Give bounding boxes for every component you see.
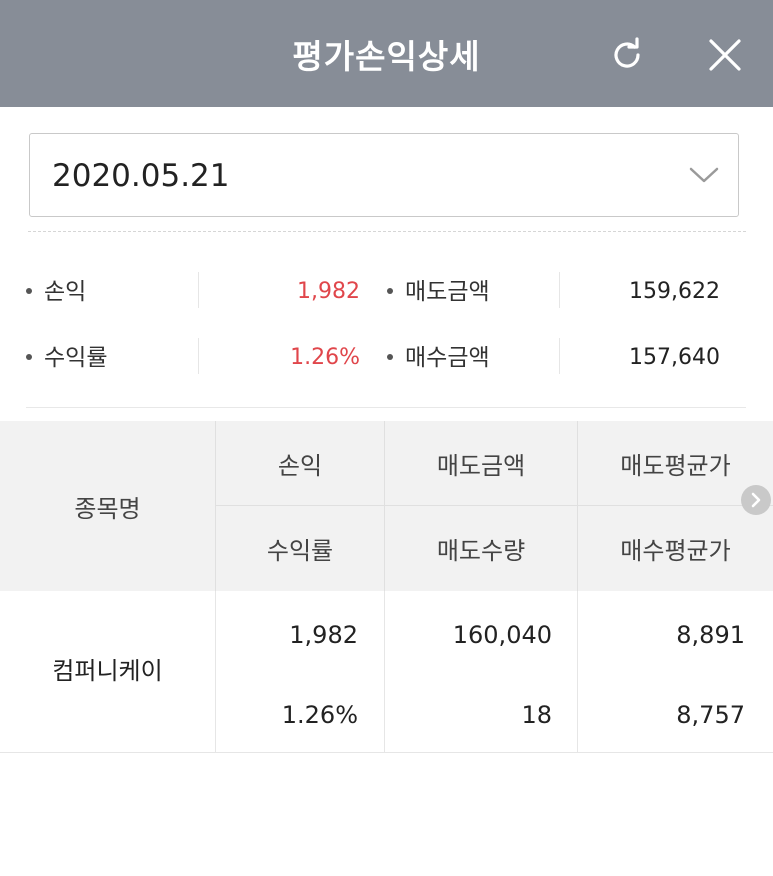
header-return-rate: 수익률 xyxy=(266,537,334,565)
separator xyxy=(198,272,199,308)
cell-return-rate: 1.26% xyxy=(281,701,358,729)
page-title: 평가손익상세 xyxy=(292,37,481,76)
app-header: 평가손익상세 xyxy=(0,0,773,107)
section-divider xyxy=(26,407,746,408)
separator xyxy=(559,338,560,374)
separator xyxy=(198,338,199,374)
return-rate-label: 수익률 xyxy=(26,330,107,386)
header-stock-name: 종목명 xyxy=(74,494,141,523)
return-rate-value: 1.26% xyxy=(290,345,360,370)
date-value: 2020.05.21 xyxy=(52,158,230,194)
chevron-right-icon xyxy=(751,492,761,508)
cell-sell-amount: 160,040 xyxy=(452,621,552,649)
header-buy-avg-price: 매수평균가 xyxy=(620,537,731,565)
cell-profit: 1,982 xyxy=(289,621,358,649)
holdings-table: 종목명 손익 매도금액 매도평균가 수익률 매도수량 매수평균가 컴퍼니케이 1… xyxy=(0,421,773,753)
buy-amount-label: 매수금액 xyxy=(387,330,490,386)
profit-value: 1,982 xyxy=(297,279,360,304)
row-divider xyxy=(0,752,773,753)
summary-panel: 손익 1,982 매도금액 159,622 수익률 1.26% 매수금액 157… xyxy=(0,250,773,390)
cell-stock-name: 컴퍼니케이 xyxy=(52,657,163,685)
header-sell-amount: 매도금액 xyxy=(436,451,526,480)
profit-label: 손익 xyxy=(26,264,86,320)
header-sell-quantity: 매도수량 xyxy=(436,537,526,565)
chevron-down-icon xyxy=(688,161,720,189)
cell-sell-quantity: 18 xyxy=(521,701,552,729)
sell-amount-value: 159,622 xyxy=(629,279,720,304)
close-icon[interactable] xyxy=(705,35,745,75)
refresh-icon[interactable] xyxy=(607,35,647,75)
cell-buy-avg-price: 8,757 xyxy=(676,701,745,729)
separator xyxy=(559,272,560,308)
table-header: 종목명 손익 매도금액 매도평균가 수익률 매도수량 매수평균가 xyxy=(0,421,773,591)
date-select[interactable]: 2020.05.21 xyxy=(29,133,739,217)
header-profit: 손익 xyxy=(277,451,323,480)
dashed-divider xyxy=(28,231,746,232)
sell-amount-label: 매도금액 xyxy=(387,264,490,320)
table-row[interactable]: 컴퍼니케이 1,982 160,040 8,891 1.26% 18 8,757 xyxy=(0,591,773,753)
summary-row: 수익률 1.26% 매수금액 157,640 xyxy=(0,330,773,386)
cell-sell-avg-price: 8,891 xyxy=(676,621,745,649)
buy-amount-value: 157,640 xyxy=(629,345,720,370)
summary-row: 손익 1,982 매도금액 159,622 xyxy=(0,264,773,320)
scroll-right-button[interactable] xyxy=(741,485,771,515)
